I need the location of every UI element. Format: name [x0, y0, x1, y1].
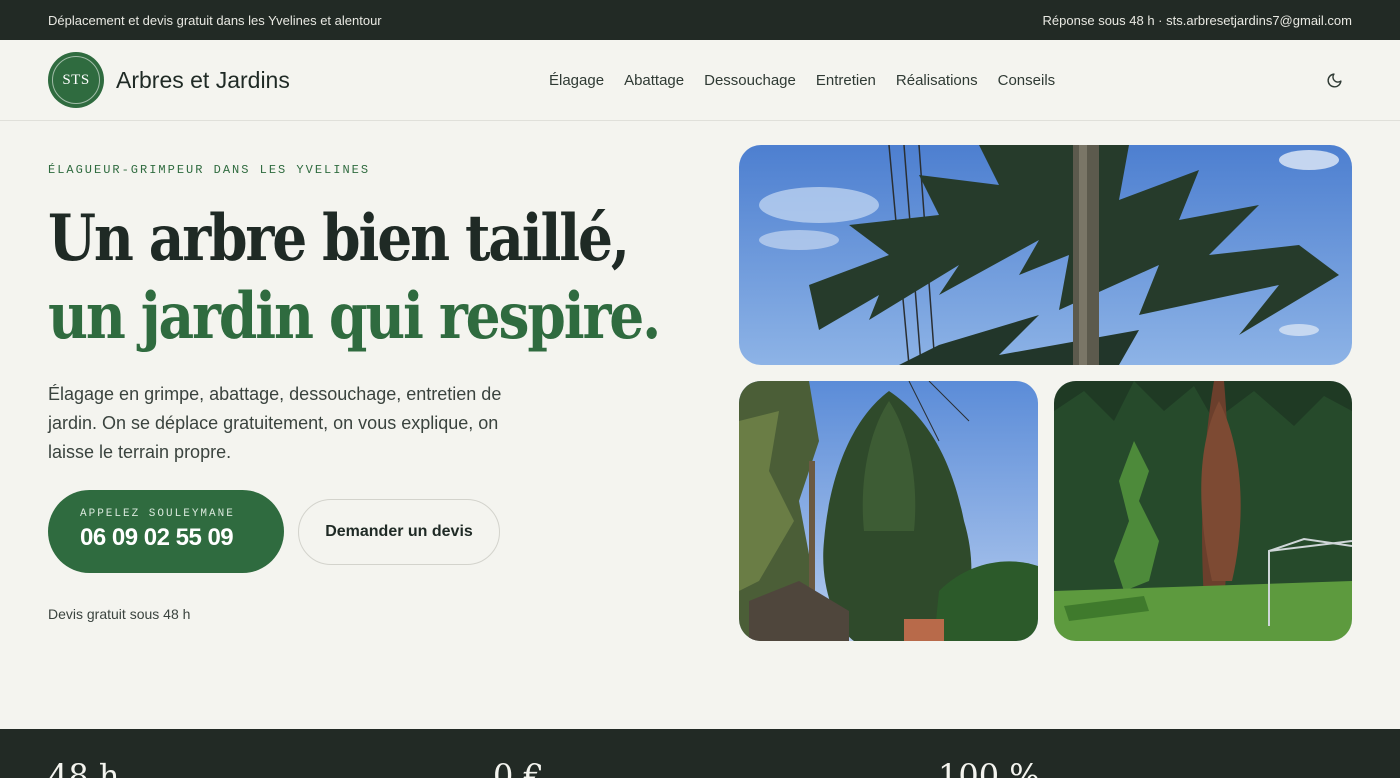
photo-garden-hedge [1054, 381, 1352, 641]
hero-title: Un arbre bien taillé, un jardin qui resp… [48, 200, 661, 356]
photo-sequoia-tree [739, 381, 1038, 641]
site-header: STS Arbres et Jardins Élagage Abattage D… [0, 40, 1400, 121]
top-info-bar: Déplacement et devis gratuit dans les Yv… [0, 0, 1400, 40]
nav-item-abattage[interactable]: Abattage [624, 72, 684, 89]
quote-note: Devis gratuit sous 48 h [48, 606, 191, 622]
nav-item-conseils[interactable]: Conseils [998, 72, 1056, 89]
quote-request-button[interactable]: Demander un devis [298, 499, 500, 565]
stat-percentage: 100 % [938, 757, 1040, 778]
hero-title-line1: Un arbre bien taillé, [48, 201, 630, 276]
call-label: APPELEZ SOULEYMANE [80, 508, 235, 520]
nav-item-realisations[interactable]: Réalisations [896, 72, 978, 89]
hero-title-line2: un jardin qui respire. [48, 279, 661, 354]
logo-text: STS [62, 71, 90, 88]
nav-item-dessouchage[interactable]: Dessouchage [704, 72, 796, 89]
stats-band: 48 h 0 € 100 % [0, 729, 1400, 778]
hero-lead: Élagage en grimpe, abattage, dessouchage… [48, 384, 502, 462]
hero-eyebrow: ÉLAGUEUR-GRIMPEUR DANS LES YVELINES [48, 163, 371, 177]
logo-badge[interactable]: STS [48, 52, 104, 108]
topbar-contact-text[interactable]: Réponse sous 48 h · sts.arbresetjardins7… [1043, 13, 1352, 28]
photo-cedar-tree [739, 145, 1352, 365]
theme-toggle-button[interactable] [1322, 68, 1346, 92]
brand-name[interactable]: Arbres et Jardins [116, 67, 290, 94]
topbar-left-text: Déplacement et devis gratuit dans les Yv… [48, 12, 382, 28]
stat-free-travel: 0 € [493, 757, 544, 778]
phone-number: 06 09 02 55 09 [80, 524, 234, 551]
stat-response-time: 48 h [48, 757, 120, 778]
nav-item-entretien[interactable]: Entretien [816, 72, 876, 89]
nav-item-elagage[interactable]: Élagage [549, 72, 604, 89]
main-nav: Élagage Abattage Dessouchage Entretien R… [549, 40, 1055, 120]
moon-icon [1327, 72, 1342, 87]
call-button[interactable]: APPELEZ SOULEYMANE 06 09 02 55 09 [48, 490, 284, 573]
